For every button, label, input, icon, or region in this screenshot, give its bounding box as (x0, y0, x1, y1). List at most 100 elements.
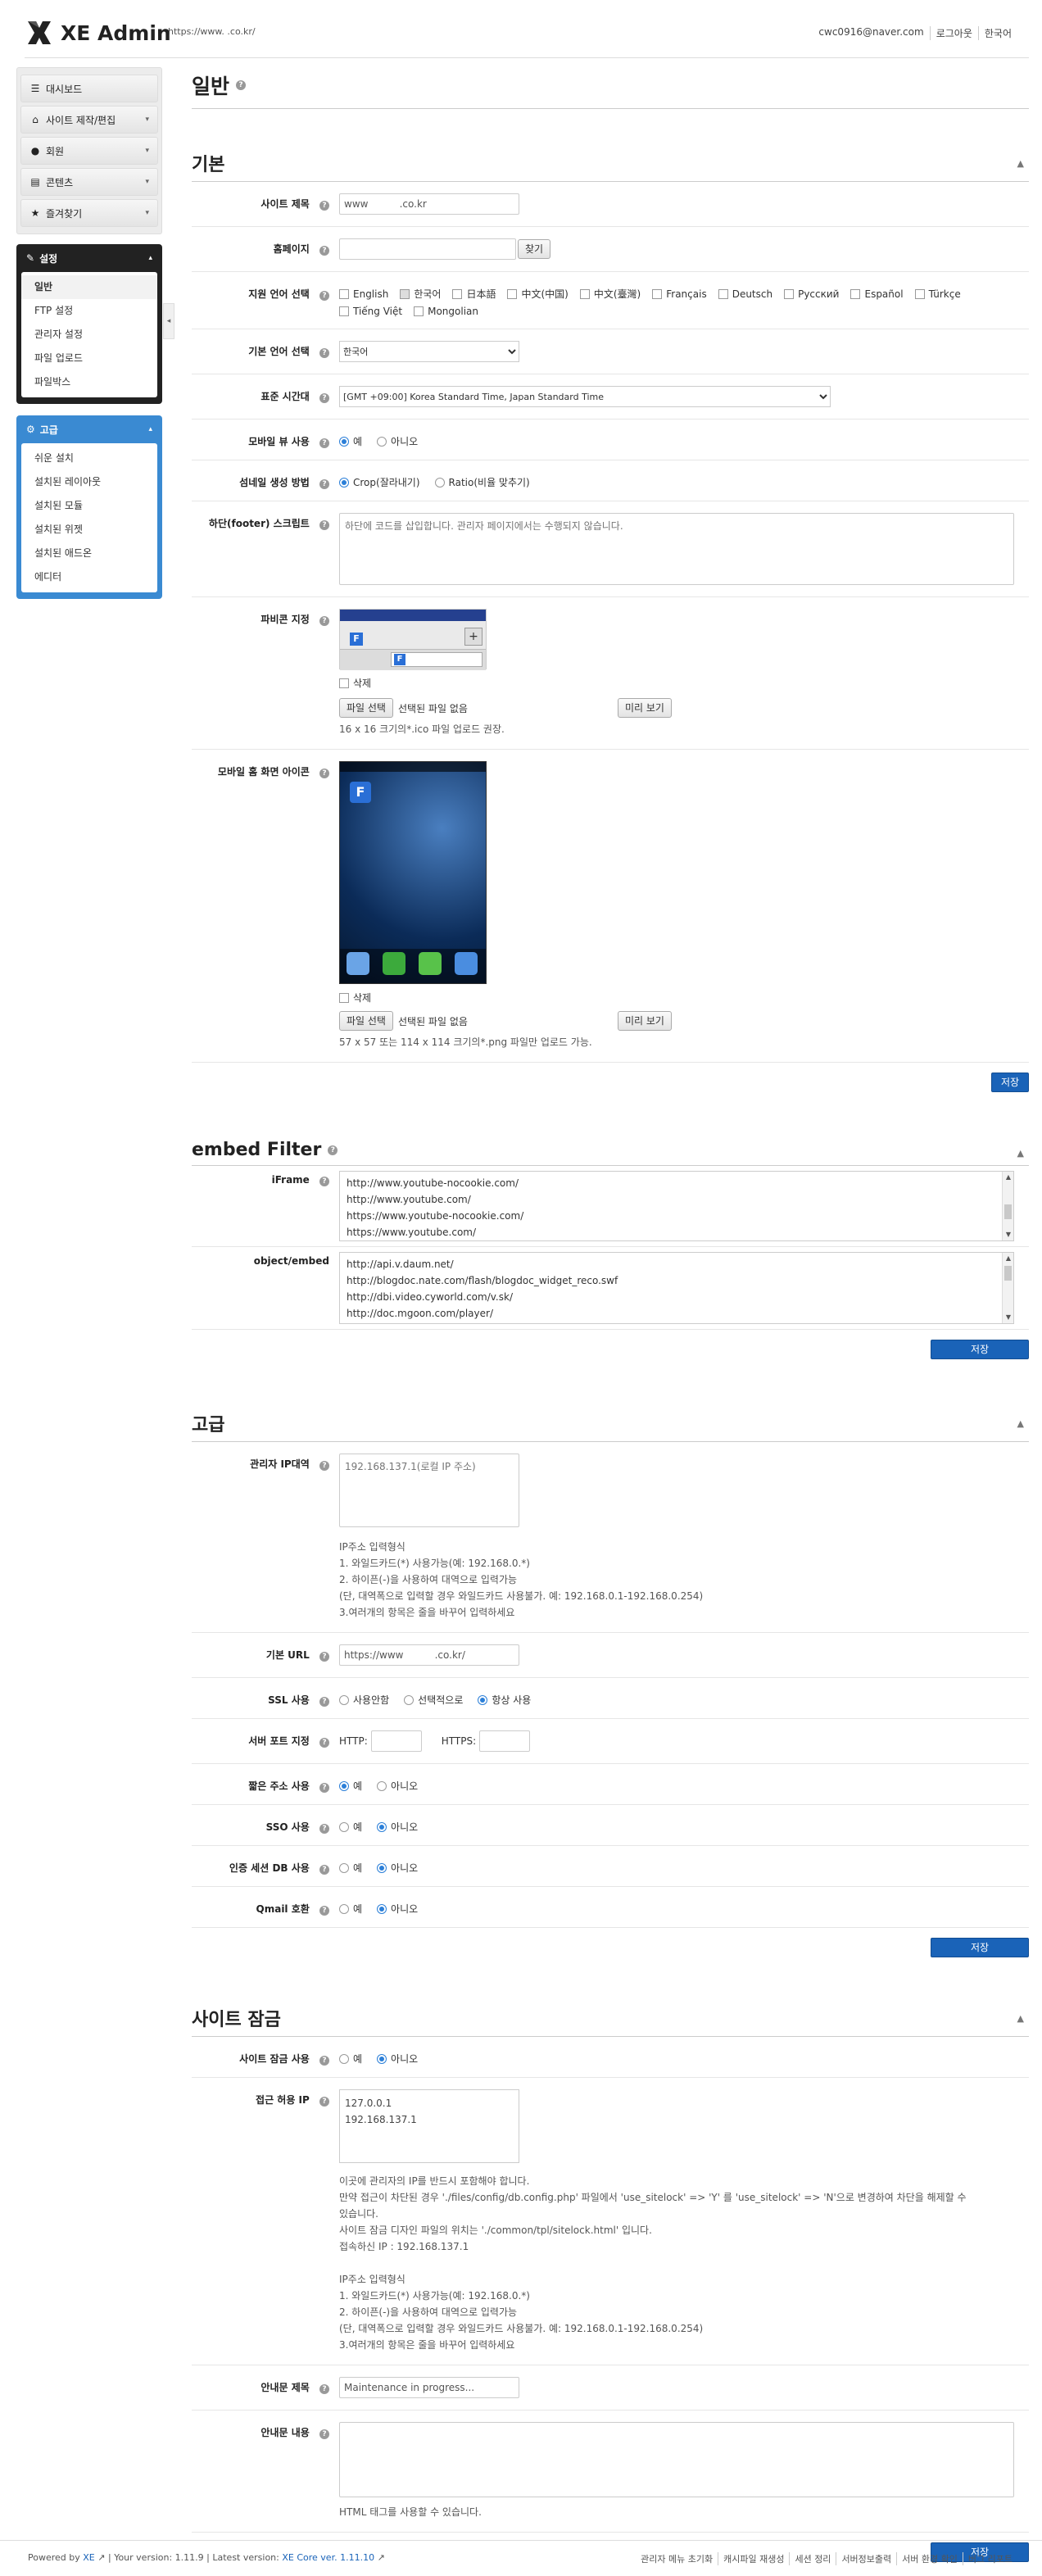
qmail-yes-radio[interactable]: 예 (339, 1902, 362, 1916)
help-icon[interactable]: ? (319, 1865, 329, 1875)
help-icon[interactable]: ? (319, 769, 329, 778)
lang-checkbox[interactable]: Deutsch (718, 287, 772, 301)
sidebar-group-settings-header[interactable]: ✎ 설정 ▴ (21, 244, 157, 272)
db-session-yes-radio[interactable]: 예 (339, 1861, 362, 1875)
help-icon[interactable]: ? (319, 1461, 329, 1471)
sidebar-item-widgets[interactable]: 설치된 위젯 (21, 518, 157, 542)
language-link[interactable]: 한국어 (977, 26, 1017, 40)
favicon-preview-button[interactable]: 미리 보기 (617, 698, 672, 718)
sidebar-item-general[interactable]: 일반 (21, 275, 157, 299)
thumb-crop-radio[interactable]: Crop(잘라내기) (339, 475, 420, 489)
ssl-none-radio[interactable]: 사용안함 (339, 1693, 389, 1707)
sso-no-radio[interactable]: 아니오 (377, 1820, 418, 1834)
help-icon[interactable]: ? (328, 1145, 338, 1155)
lang-checkbox[interactable]: Español (850, 287, 904, 301)
sidebar-item-site-design[interactable]: ⌂ 사이트 제작/편집 ▾ (20, 106, 158, 134)
collapse-icon[interactable]: ▲ (1017, 1148, 1024, 1159)
homepage-find-button[interactable]: 찾기 (518, 239, 551, 259)
allow-ip-textarea[interactable]: 127.0.0.1 192.168.137.1 (339, 2089, 519, 2163)
footer-link-clear-session[interactable]: 세션 정리 (789, 2552, 836, 2565)
sitelock-no-radio[interactable]: 아니오 (377, 2052, 418, 2066)
footer-script-textarea[interactable] (339, 513, 1014, 585)
lang-checkbox[interactable]: 中文(中国) (507, 287, 569, 301)
help-icon[interactable]: ? (319, 348, 329, 358)
basic-save-button[interactable]: 저장 (991, 1073, 1029, 1092)
collapse-icon[interactable]: ▲ (1017, 2013, 1024, 2024)
help-icon[interactable]: ? (319, 1824, 329, 1834)
sidebar-item-addons[interactable]: 설치된 애드온 (21, 542, 157, 565)
sidebar-item-admin-settings[interactable]: 관리자 설정 (21, 323, 157, 347)
sidebar-item-file-upload[interactable]: 파일 업로드 (21, 347, 157, 370)
sidebar-item-member[interactable]: ● 회원 ▾ (20, 137, 158, 165)
help-icon[interactable]: ? (319, 438, 329, 448)
help-icon[interactable]: ? (319, 616, 329, 626)
http-port-input[interactable] (370, 1730, 422, 1752)
mobile-no-radio[interactable]: 아니오 (377, 434, 418, 448)
lang-checkbox[interactable]: Türkçe (914, 287, 961, 301)
mobile-icon-choose-file-button[interactable]: 파일 선택 (339, 1011, 393, 1031)
help-icon[interactable]: ? (319, 2097, 329, 2107)
ssl-always-radio[interactable]: 항상 사용 (478, 1693, 531, 1707)
mobile-icon-delete-checkbox[interactable]: 삭제 (339, 991, 371, 1005)
sidebar-item-modules[interactable]: 설치된 모듈 (21, 494, 157, 518)
notice-title-input[interactable] (339, 2377, 519, 2398)
db-session-no-radio[interactable]: 아니오 (377, 1861, 418, 1875)
lang-checkbox[interactable]: 中文(臺灣) (579, 287, 641, 301)
notice-body-textarea[interactable] (339, 2422, 1014, 2497)
site-url-link[interactable]: https://www. .co.kr/ (168, 26, 256, 37)
lang-checkbox[interactable]: 日本語 (452, 287, 496, 301)
sidebar-collapse-handle[interactable]: ◂ (163, 303, 174, 339)
help-icon[interactable]: ? (319, 1652, 329, 1662)
footer-link-server-info[interactable]: 서버정보출력 (836, 2552, 896, 2565)
collapse-icon[interactable]: ▲ (1017, 158, 1024, 169)
lang-checkbox[interactable]: English (339, 287, 388, 301)
thumb-ratio-radio[interactable]: Ratio(비율 맞추기) (434, 475, 530, 489)
default-language-select[interactable]: 한국어 (339, 341, 519, 362)
site-title-input[interactable] (339, 193, 519, 215)
iframe-whitelist-textarea[interactable]: http://www.youtube-nocookie.com/ http://… (339, 1171, 1014, 1241)
mobile-icon-preview-button[interactable]: 미리 보기 (617, 1011, 672, 1031)
timezone-select[interactable]: [GMT +09:00] Korea Standard Time, Japan … (339, 386, 831, 407)
help-icon[interactable]: ? (319, 2056, 329, 2066)
scrollbar[interactable]: ▲ ▼ (1002, 1172, 1013, 1240)
mobile-yes-radio[interactable]: 예 (339, 434, 362, 448)
latest-version-link[interactable]: XE Core ver. 1.11.10 (282, 2552, 374, 2563)
help-icon[interactable]: ? (319, 291, 329, 301)
collapse-icon[interactable]: ▲ (1017, 1418, 1024, 1429)
favicon-delete-checkbox[interactable]: 삭제 (339, 676, 371, 690)
https-port-input[interactable] (479, 1730, 531, 1752)
sidebar-item-favorites[interactable]: ★ 즐겨찾기 ▾ (20, 199, 158, 227)
homepage-input[interactable] (339, 238, 516, 260)
footer-link-reset-menu[interactable]: 관리자 메뉴 초기화 (636, 2552, 718, 2565)
xe-link[interactable]: XE (83, 2552, 95, 2563)
help-icon[interactable]: ? (319, 393, 329, 403)
sidebar-item-layouts[interactable]: 설치된 레이아웃 (21, 470, 157, 494)
help-icon[interactable]: ? (319, 1783, 329, 1793)
rewrite-yes-radio[interactable]: 예 (339, 1779, 362, 1793)
favicon-choose-file-button[interactable]: 파일 선택 (339, 698, 393, 718)
embed-save-button[interactable]: 저장 (931, 1340, 1029, 1359)
footer-link-regen-cache[interactable]: 캐시파일 재생성 (718, 2552, 789, 2565)
admin-ip-textarea[interactable] (339, 1454, 519, 1527)
footer-link-server-env[interactable]: 서버 환경 확인 (896, 2552, 963, 2565)
scrollbar[interactable]: ▲ ▼ (1002, 1253, 1013, 1323)
help-icon[interactable]: ? (319, 479, 329, 489)
logo[interactable]: XE Admin (25, 18, 171, 48)
logout-link[interactable]: 로그아웃 (929, 26, 978, 40)
help-icon[interactable]: ? (319, 520, 329, 530)
default-url-input[interactable] (339, 1644, 519, 1666)
sidebar-group-advanced-header[interactable]: ⚙ 고급 ▴ (21, 415, 157, 443)
sidebar-item-content[interactable]: ▤ 콘텐츠 ▾ (20, 168, 158, 196)
sidebar-item-easy-install[interactable]: 쉬운 설치 (21, 447, 157, 470)
rewrite-no-radio[interactable]: 아니오 (377, 1779, 418, 1793)
help-icon[interactable]: ? (319, 2429, 329, 2439)
sidebar-item-ftp[interactable]: FTP 설정 (21, 299, 157, 323)
qmail-no-radio[interactable]: 아니오 (377, 1902, 418, 1916)
advanced-save-button[interactable]: 저장 (931, 1938, 1029, 1957)
lang-checkbox[interactable]: 한국어 (400, 287, 441, 301)
sidebar-item-dashboard[interactable]: ☰ 대시보드 (20, 75, 158, 102)
help-icon[interactable]: ? (319, 1906, 329, 1916)
footer-link-bug-report[interactable]: 버그 리포트 (962, 2552, 1017, 2565)
sitelock-yes-radio[interactable]: 예 (339, 2052, 362, 2066)
help-icon[interactable]: ? (319, 201, 329, 211)
